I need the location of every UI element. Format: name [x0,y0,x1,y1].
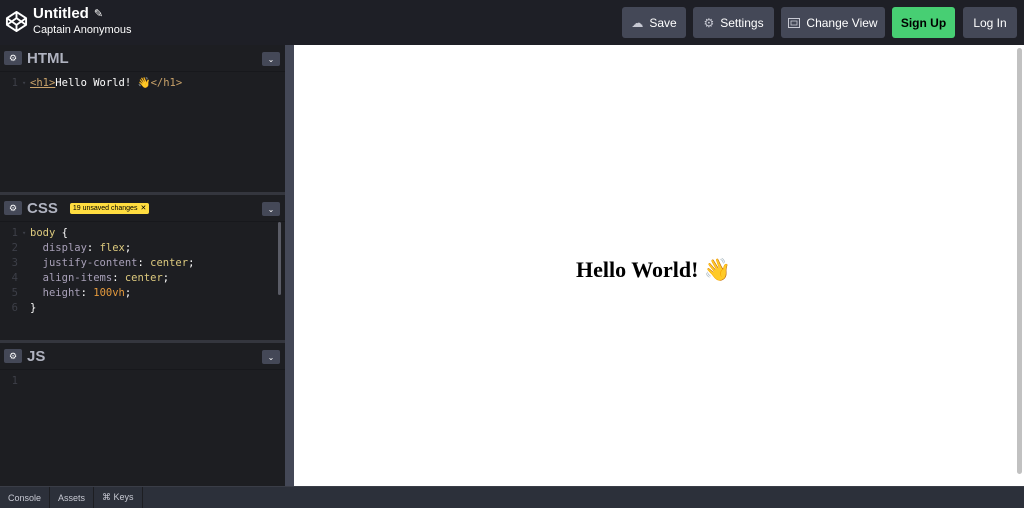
log-in-button[interactable]: Log In [963,7,1017,38]
css-settings-icon[interactable]: ⚙ [4,201,22,215]
editor-preview-resize-handle[interactable] [285,45,294,486]
css-editor-scrollbar[interactable] [278,222,281,295]
unsaved-changes-badge[interactable]: 19 unsaved changes ✕ [69,202,150,214]
css-editor-panel: ⚙ CSS 19 unsaved changes ✕ ⌄ 1 ▾ body { 2 … [0,195,285,340]
js-settings-icon[interactable]: ⚙ [4,349,22,363]
js-panel-header: ⚙ JS ⌄ [0,343,285,370]
editor-column: ⚙ HTML ⌄ 1 ▾ <h1> Hello World! 👋 </h1> ⚙ CSS… [0,45,285,486]
html-panel-header: ⚙ HTML ⌄ [0,45,285,72]
cloud-icon: ☁ [631,15,644,30]
bottom-bar: Console Assets ⌘ Keys [0,486,1024,508]
code-line: 1 ▾ <h1> Hello World! 👋 </h1> [11,76,183,91]
html-code-editor[interactable]: 1 ▾ <h1> Hello World! 👋 </h1> [0,72,285,91]
code-line: 5 height: 100vh; [11,287,132,299]
preview-pane: Hello World! 👋 [294,45,1024,486]
js-collapse-chevron-icon[interactable]: ⌄ [262,350,280,364]
author-name: Captain Anonymous [33,24,132,36]
assets-tab[interactable]: Assets [50,487,95,508]
fold-arrow-icon[interactable]: ▾ [22,226,30,241]
code-line: 6} [11,302,37,314]
css-panel-header: ⚙ CSS 19 unsaved changes ✕ ⌄ [0,195,285,222]
pencil-icon[interactable]: ✎ [94,7,103,20]
code-line: 1 ▾ body { [11,226,68,241]
html-panel-title: HTML [27,49,69,67]
keys-tab[interactable]: ⌘ Keys [94,487,143,508]
css-collapse-chevron-icon[interactable]: ⌄ [262,202,280,216]
html-collapse-chevron-icon[interactable]: ⌄ [262,52,280,66]
html-editor-panel: ⚙ HTML ⌄ 1 ▾ <h1> Hello World! 👋 </h1> [0,45,285,192]
js-panel-title: JS [27,347,46,365]
sign-up-button[interactable]: Sign Up [892,7,955,38]
pen-title[interactable]: Untitled [33,5,89,22]
code-line: 1 [11,375,18,387]
save-button[interactable]: ☁ Save [622,7,686,38]
preview-heading: Hello World! 👋 [576,257,732,282]
css-code-editor[interactable]: 1 ▾ body { 2 display: flex; 3 justify-cont… [0,222,285,316]
code-line: 3 justify-content: center; [11,257,195,269]
js-code-editor[interactable]: 1 [0,370,285,389]
html-settings-icon[interactable]: ⚙ [4,51,22,65]
layout-icon [788,17,801,28]
change-view-button[interactable]: Change View [781,7,885,38]
preview-scrollbar[interactable] [1017,48,1022,474]
top-bar: Untitled ✎ Captain Anonymous ☁ Save ⚙ Se… [0,0,1024,45]
fold-arrow-icon[interactable]: ▾ [22,76,30,91]
code-line: 2 display: flex; [11,242,132,254]
settings-button[interactable]: ⚙ Settings [693,7,774,38]
css-panel-title: CSS [27,199,58,217]
codepen-logo-icon[interactable] [5,10,28,33]
js-editor-panel: ⚙ JS ⌄ 1 [0,343,285,486]
close-icon[interactable]: ✕ [140,204,146,212]
gear-icon: ⚙ [703,15,715,30]
console-tab[interactable]: Console [0,487,51,508]
code-line: 4 align-items: center; [11,272,170,284]
